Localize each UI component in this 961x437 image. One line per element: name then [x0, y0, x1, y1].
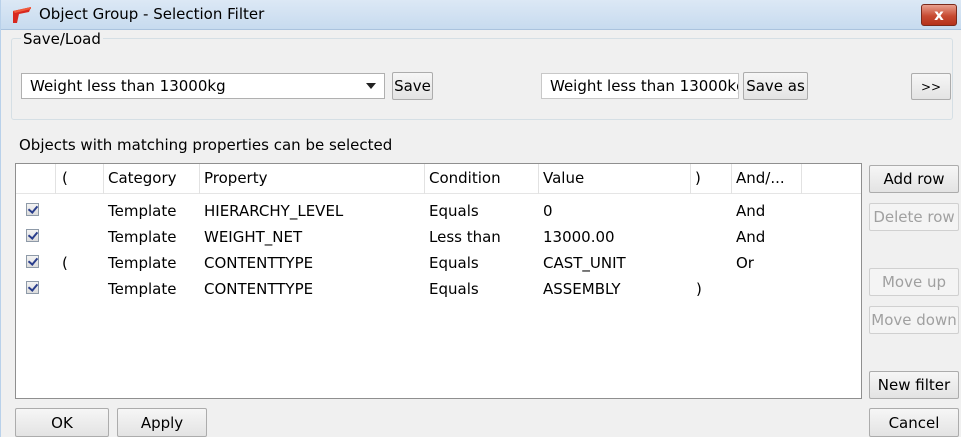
header-close-paren[interactable]: ): [691, 164, 732, 194]
row-property[interactable]: CONTENTTYPE: [204, 280, 313, 298]
save-as-name-field[interactable]: Weight less than 13000kg: [541, 73, 739, 99]
expand-button[interactable]: >>: [911, 73, 951, 100]
row-value[interactable]: 13000.00: [543, 228, 615, 246]
header-property[interactable]: Property: [200, 164, 425, 194]
apply-button[interactable]: Apply: [117, 408, 207, 437]
save-as-button[interactable]: Save as: [743, 72, 808, 100]
save-button[interactable]: Save: [392, 72, 433, 100]
row-category[interactable]: Template: [108, 202, 176, 220]
filter-select-value: Weight less than 13000kg: [30, 77, 226, 95]
row-category[interactable]: Template: [108, 254, 176, 272]
header-and-or[interactable]: And/...: [732, 164, 802, 194]
table-row[interactable]: Template WEIGHT_NET Less than 13000.00 A…: [16, 225, 861, 251]
ok-button[interactable]: OK: [15, 408, 109, 437]
header-enable[interactable]: [16, 164, 56, 194]
window-title: Object Group - Selection Filter: [39, 5, 265, 23]
row-value[interactable]: CAST_UNIT: [543, 254, 626, 272]
info-text: Objects with matching properties can be …: [19, 136, 393, 154]
row-condition[interactable]: Equals: [429, 202, 479, 220]
row-enabled-checkbox[interactable]: [26, 255, 39, 268]
close-button[interactable]: x: [921, 4, 957, 26]
row-enabled-checkbox[interactable]: [26, 229, 39, 242]
header-condition[interactable]: Condition: [425, 164, 539, 194]
table-row[interactable]: ( Template CONTENTTYPE Equals CAST_UNIT …: [16, 251, 861, 277]
move-up-button[interactable]: Move up: [869, 268, 959, 296]
row-enabled-checkbox[interactable]: [26, 203, 39, 216]
table-row[interactable]: Template CONTENTTYPE Equals ASSEMBLY ): [16, 277, 861, 303]
chevron-down-icon[interactable]: [366, 83, 376, 89]
row-and-or[interactable]: And: [736, 228, 765, 246]
row-value[interactable]: ASSEMBLY: [543, 280, 621, 298]
row-property[interactable]: HIERARCHY_LEVEL: [204, 202, 343, 220]
row-and-or[interactable]: Or: [736, 254, 754, 272]
new-filter-button[interactable]: New filter: [869, 371, 959, 399]
row-close-paren[interactable]: ): [696, 280, 702, 298]
close-icon: x: [934, 6, 944, 24]
row-property[interactable]: WEIGHT_NET: [204, 228, 302, 246]
move-down-button[interactable]: Move down: [869, 306, 959, 334]
row-open-paren[interactable]: (: [62, 254, 68, 272]
filter-select[interactable]: Weight less than 13000kg: [21, 73, 385, 99]
row-category[interactable]: Template: [108, 228, 176, 246]
filter-table: ( Category Property Condition Value ) An…: [15, 163, 862, 399]
title-bar[interactable]: Object Group - Selection Filter x: [1, 0, 961, 30]
selection-filter-dialog: Object Group - Selection Filter x Save/L…: [0, 0, 961, 437]
header-value[interactable]: Value: [539, 164, 691, 194]
header-open-paren[interactable]: (: [56, 164, 104, 194]
row-property[interactable]: CONTENTTYPE: [204, 254, 313, 272]
header-category[interactable]: Category: [104, 164, 200, 194]
row-condition[interactable]: Less than: [429, 228, 501, 246]
app-logo-icon: [13, 7, 31, 23]
row-enabled-checkbox[interactable]: [26, 281, 39, 294]
cancel-button[interactable]: Cancel: [869, 408, 959, 437]
table-row[interactable]: Template HIERARCHY_LEVEL Equals 0 And: [16, 199, 861, 225]
row-category[interactable]: Template: [108, 280, 176, 298]
save-load-label: Save/Load: [21, 30, 103, 48]
delete-row-button[interactable]: Delete row: [869, 203, 959, 231]
add-row-button[interactable]: Add row: [869, 165, 959, 193]
row-and-or[interactable]: And: [736, 202, 765, 220]
row-condition[interactable]: Equals: [429, 280, 479, 298]
table-header: ( Category Property Condition Value ) An…: [16, 164, 861, 194]
row-condition[interactable]: Equals: [429, 254, 479, 272]
row-value[interactable]: 0: [543, 202, 553, 220]
